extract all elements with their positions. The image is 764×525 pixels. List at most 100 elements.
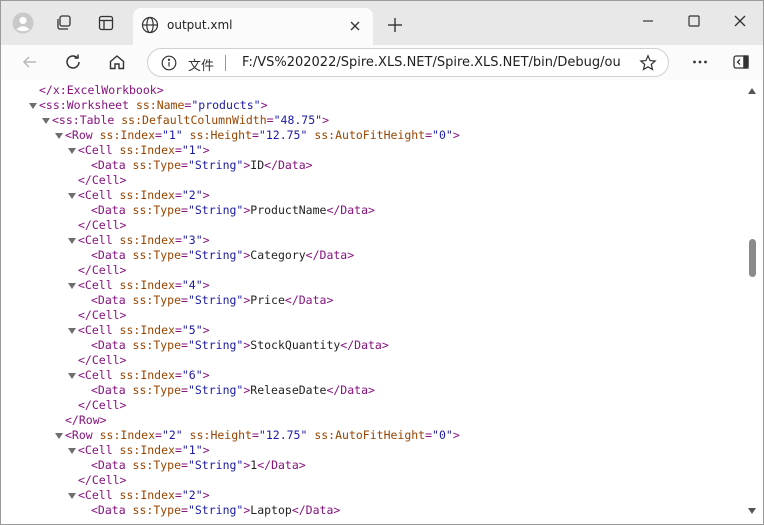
address-separator (225, 55, 226, 71)
workspaces-icon[interactable] (50, 9, 78, 37)
xml-token-av: "String" (187, 338, 244, 352)
xml-token-an: ss:Index (119, 368, 175, 382)
xml-line: <Data ss:Type="String">ProductName</Data… (1, 203, 741, 218)
collapse-triangle-icon[interactable] (55, 133, 63, 139)
xml-token-tag: <Cell (78, 323, 120, 337)
collapse-triangle-icon[interactable] (68, 238, 76, 244)
xml-token-tag: <Data (91, 203, 133, 217)
xml-line: <Cell ss:Index="1"> (1, 443, 741, 458)
xml-token-tag: </Cell> (78, 173, 127, 187)
xml-token-tag: </Data> (264, 158, 313, 172)
collapse-triangle-icon[interactable] (29, 103, 37, 109)
xml-token-tag: = (174, 188, 182, 202)
maximize-icon[interactable] (671, 1, 717, 41)
xml-line: <Cell ss:Index="4"> (1, 278, 741, 293)
file-scheme-label: 文件 (188, 59, 215, 74)
xml-token-av: "12.75" (258, 128, 308, 142)
xml-line: <Cell ss:Index="2"> (1, 488, 741, 503)
xml-line: </Row> (1, 413, 741, 428)
xml-line: <Cell ss:Index="5"> (1, 323, 741, 338)
collapse-triangle-icon[interactable] (42, 118, 50, 124)
xml-token-tag: = (181, 338, 188, 352)
xml-token-tag: </Row> (65, 413, 107, 427)
more-icon[interactable] (684, 47, 716, 77)
xml-token-tag: <Data (91, 458, 133, 472)
xml-token-tag: = (251, 428, 259, 442)
collapse-triangle-icon[interactable] (68, 283, 76, 289)
minimize-icon[interactable] (625, 1, 671, 41)
collapse-triangle-icon[interactable] (68, 448, 76, 454)
refresh-icon[interactable] (57, 47, 89, 77)
xml-line: </Cell> (1, 473, 741, 488)
xml-line-text: </Row> (65, 413, 107, 428)
vertical-scrollbar[interactable] (741, 80, 763, 524)
xml-token-an: ss:DefaultColumnWidth (121, 113, 267, 127)
xml-token-av: "48.75" (273, 113, 323, 127)
xml-line-text: <Data ss:Type="String">StockQuantity</Da… (91, 338, 389, 353)
xml-token-tag: </Cell> (78, 398, 127, 412)
url-text[interactable]: F:/VS%202022/Spire.XLS.NET/Spire.XLS.NET… (242, 55, 620, 70)
collapse-triangle-icon[interactable] (68, 148, 76, 154)
new-tab-button[interactable] (381, 11, 409, 39)
xml-token-tag: <Data (91, 293, 133, 307)
close-tab-icon[interactable] (343, 14, 367, 38)
xml-line-text: </Cell> (78, 473, 126, 488)
xml-line: </Cell> (1, 173, 741, 188)
collapse-triangle-icon[interactable] (68, 328, 76, 334)
address-bar[interactable]: 文件 F:/VS%202022/Spire.XLS.NET/Spire.XLS.… (147, 48, 669, 77)
xml-token-tag (183, 128, 190, 142)
scroll-up-arrow[interactable] (748, 88, 756, 94)
xml-token-tag: <Cell (78, 488, 120, 502)
xml-line: <ss:Table ss:DefaultColumnWidth="48.75"> (1, 113, 741, 128)
info-icon[interactable] (160, 54, 178, 72)
xml-token-tag: </Data> (305, 248, 355, 262)
sidebar-toggle-icon[interactable] (725, 47, 757, 77)
xml-token-tag: </Cell> (78, 308, 127, 322)
xml-token-tag: > (202, 488, 210, 502)
xml-line: <Row ss:Index="2" ss:Height="12.75" ss:A… (1, 428, 741, 443)
close-window-icon[interactable] (717, 1, 763, 41)
tab-output-xml[interactable]: output.xml (133, 8, 373, 45)
xml-token-av: "12.75" (258, 428, 308, 442)
xml-token-tag: = (181, 293, 188, 307)
collapse-triangle-icon[interactable] (55, 433, 63, 439)
xml-line-text: <Row ss:Index="2" ss:Height="12.75" ss:A… (65, 428, 460, 443)
xml-token-tag: <Data (91, 248, 133, 262)
xml-token-an: ss:AutoFitHeight (314, 428, 426, 442)
xml-token-av: "String" (187, 203, 244, 217)
scroll-down-arrow[interactable] (748, 508, 756, 514)
collapse-triangle-icon[interactable] (68, 373, 76, 379)
xml-line: <ss:Worksheet ss:Name="products"> (1, 98, 741, 113)
xml-token-tag: > (260, 98, 268, 112)
xml-token-av: "1" (181, 443, 203, 457)
navigation-toolbar: 文件 F:/VS%202022/Spire.XLS.NET/Spire.XLS.… (1, 45, 763, 80)
xml-line-text: <Data ss:Type="String">ReleaseDate</Data… (91, 383, 375, 398)
xml-token-tx: Category (250, 248, 306, 262)
tab-actions-icon[interactable] (92, 9, 120, 37)
xml-token-tx: Laptop (250, 503, 292, 517)
xml-token-tag: = (181, 158, 188, 172)
xml-token-an: ss:Index (119, 143, 175, 157)
xml-line-text: </Cell> (78, 218, 126, 233)
star-icon[interactable] (638, 53, 658, 73)
back-arrow-icon[interactable] (14, 47, 46, 77)
xml-token-an: ss:Type (132, 248, 182, 262)
xml-token-an: ss:Type (132, 158, 182, 172)
xml-token-av: "4" (181, 278, 203, 292)
xml-token-tag: > (202, 368, 210, 382)
xml-token-tag: </Data> (284, 293, 334, 307)
xml-token-an: ss:Height (189, 428, 252, 442)
xml-line: <Cell ss:Index="6"> (1, 368, 741, 383)
xml-token-tag: <Cell (78, 368, 120, 382)
xml-viewer: </x:ExcelWorkbook> <ss:Worksheet ss:Name=… (1, 80, 763, 524)
xml-token-av: "String" (187, 293, 244, 307)
home-icon[interactable] (101, 47, 133, 77)
collapse-triangle-icon[interactable] (68, 493, 76, 499)
xml-token-tag: </Data> (326, 203, 375, 217)
profile-avatar-icon[interactable] (9, 9, 37, 37)
collapse-triangle-icon[interactable] (68, 193, 76, 199)
xml-token-tag: > (452, 128, 460, 142)
scrollbar-thumb[interactable] (749, 239, 756, 277)
xml-token-an: ss:Type (132, 293, 182, 307)
xml-token-tag: > (322, 113, 329, 127)
